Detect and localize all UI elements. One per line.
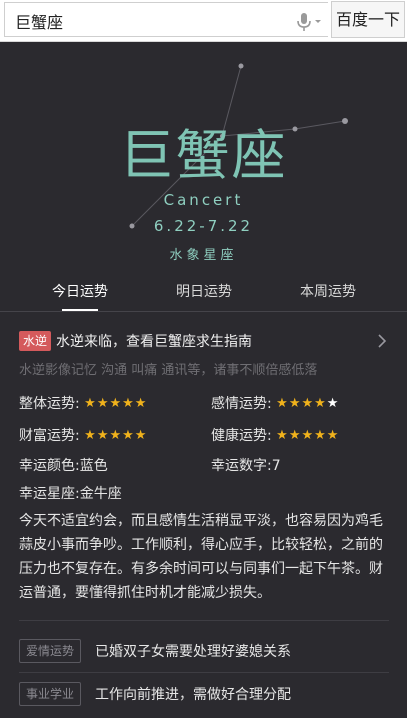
star-filled-icon: ★ xyxy=(314,428,327,443)
health-fortune-label: 健康运势: xyxy=(211,428,272,444)
tab-today[interactable]: 今日运势 xyxy=(30,281,130,301)
star-filled-icon: ★ xyxy=(276,396,289,411)
zodiac-element: 水象星座 xyxy=(169,248,238,263)
star-filled-icon: ★ xyxy=(326,428,340,443)
star-filled-icon: ★ xyxy=(122,428,135,443)
mercury-retrograde-notice[interactable]: 水逆 水逆来临，查看巨蟹座求生指南 水逆影像记忆 沟通 叫痛 通讯等，诸事不顺倍… xyxy=(0,311,407,381)
star-filled-icon: ★ xyxy=(288,428,302,443)
tab-this-week[interactable]: 本周运势 xyxy=(278,281,378,301)
star-filled-icon: ★ xyxy=(314,396,327,411)
rating-stars: ★★★★★ xyxy=(276,396,339,411)
star-filled-icon: ★ xyxy=(134,396,148,411)
zodiac-date-range: 6.22-7.22 xyxy=(153,217,254,235)
search-input[interactable]: 巨蟹座 xyxy=(4,2,328,37)
search-query[interactable]: 巨蟹座 xyxy=(15,9,63,33)
retrograde-badge: 水逆 xyxy=(19,331,52,351)
star-filled-icon: ★ xyxy=(109,396,123,411)
star-filled-icon: ★ xyxy=(276,428,289,443)
career-study-tag: 事业学业 xyxy=(19,682,82,706)
fortune-tabs: 今日运势 明日运势 本周运势 xyxy=(0,271,407,312)
lucky-color: 幸运颜色:蓝色 xyxy=(19,458,108,474)
health-fortune: 健康运势: ★★★★★ xyxy=(211,425,339,445)
love-fortune-tag: 爱情运势 xyxy=(19,639,82,663)
lucky-number: 幸运数字:7 xyxy=(211,458,281,474)
zodiac-english-name: Cancert xyxy=(163,191,244,209)
zodiac-name: 巨蟹座 xyxy=(119,124,288,187)
rating-stars: ★★★★★ xyxy=(276,428,339,443)
rating-stars: ★★★★★ xyxy=(84,396,147,411)
divider xyxy=(19,672,389,673)
tab-tomorrow[interactable]: 明日运势 xyxy=(154,281,254,301)
notice-title[interactable]: 水逆来临，查看巨蟹座求生指南 xyxy=(56,331,252,351)
daily-fortune-description: 今天不适宜约会，而且感情生活稍显平淡，也容易因为鸡毛蒜皮小事而争吵。工作顺利，得… xyxy=(19,513,383,601)
love-fortune-label: 感情运势: xyxy=(211,396,272,412)
lucky-sign: 幸运星座:金牛座 xyxy=(19,486,122,502)
star-filled-icon: ★ xyxy=(84,396,97,411)
rating-stars: ★★★★★ xyxy=(84,428,147,443)
star-filled-icon: ★ xyxy=(301,396,315,411)
divider xyxy=(19,620,389,621)
star-filled-icon: ★ xyxy=(96,428,110,443)
microphone-icon[interactable] xyxy=(295,12,323,32)
star-filled-icon: ★ xyxy=(96,396,110,411)
search-button[interactable]: 百度一下 xyxy=(331,1,405,38)
love-fortune: 感情运势: ★★★★★ xyxy=(211,393,339,413)
star-filled-icon: ★ xyxy=(84,428,97,443)
star-empty-icon: ★ xyxy=(326,396,340,411)
overall-fortune: 整体运势: ★★★★★ xyxy=(19,393,147,413)
star-filled-icon: ★ xyxy=(288,396,302,411)
star-filled-icon: ★ xyxy=(109,428,123,443)
love-fortune-text: 已婚双子女需要处理好婆媳关系 xyxy=(95,644,291,660)
star-filled-icon: ★ xyxy=(122,396,135,411)
notice-subtitle: 水逆影像记忆 沟通 叫痛 通讯等，诸事不顺倍感低落 xyxy=(19,363,318,378)
search-bar: 巨蟹座 百度一下 xyxy=(0,0,407,42)
star-filled-icon: ★ xyxy=(134,428,148,443)
chevron-right-icon[interactable] xyxy=(376,333,388,349)
career-study-text: 工作向前推进，需做好合理分配 xyxy=(95,687,291,703)
zodiac-hero: 巨蟹座 Cancert 6.22-7.22 水象星座 xyxy=(0,41,407,271)
wealth-fortune: 财富运势: ★★★★★ xyxy=(19,425,147,445)
wealth-fortune-label: 财富运势: xyxy=(19,428,80,444)
overall-fortune-label: 整体运势: xyxy=(19,396,80,412)
star-filled-icon: ★ xyxy=(301,428,315,443)
